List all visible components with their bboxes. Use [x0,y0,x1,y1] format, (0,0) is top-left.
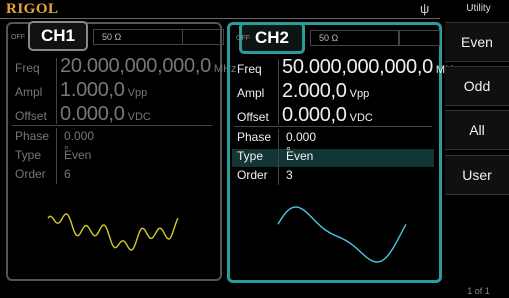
channel-1-waveform-preview [47,213,179,251]
channel-1-status-box [182,29,224,45]
value-separator [278,59,279,125]
softkey-user[interactable]: User [445,155,509,195]
order-value[interactable]: 3 [286,168,293,182]
ampl-number: 2.000,0 [282,80,347,102]
channel-2-output-state: OFF [236,35,250,42]
ampl-value[interactable]: 1.000,0 Vpp [60,79,147,102]
softkey-odd[interactable]: Odd [445,66,509,106]
type-label: Type [15,148,42,162]
channel-2-waveform-preview [277,206,407,263]
usb-icon: ψ [420,1,430,16]
freq-label: Freq [15,61,40,75]
param-separator [278,129,279,185]
menu-title: Utility [466,3,491,14]
softkey-all[interactable]: All [445,110,509,150]
freq-number: 50.000,000,000,0 [282,56,433,78]
top-bar: RIGOL ψ Utility [0,0,509,18]
offset-unit: VDC [349,112,373,124]
channel-1-panel[interactable]: CH1 OFF 50 Ω Freq 20.000,000,000,0 MHz Am… [6,21,237,281]
softkey-even[interactable]: Even [445,22,509,62]
offset-value[interactable]: 0.000,0 VDC [282,104,373,127]
ampl-label: Ampl [15,85,43,99]
phase-label: Phase [15,129,50,143]
offset-label: Offset [15,109,47,123]
section-divider [12,125,212,126]
ampl-unit: Vpp [349,88,370,100]
freq-number: 20.000,000,000,0 [60,55,211,77]
channel-2-impedance: 50 Ω [310,30,400,46]
value-separator [56,58,57,124]
page-indicator: 1 of 1 [467,286,490,296]
freq-label: Freq [237,62,262,76]
order-label: Order [237,168,268,182]
channel-1-waveform [47,213,179,251]
ampl-label: Ampl [237,86,265,100]
ampl-unit: Vpp [127,87,148,99]
offset-value[interactable]: 0.000,0 VDC [60,103,151,126]
type-value[interactable]: Even [64,148,91,162]
freq-value[interactable]: 50.000,000,000,0MHz [282,56,459,79]
channel-1-output-state: OFF [11,34,25,41]
header-divider [0,18,440,19]
channel-1-tab[interactable]: CH1 [28,21,88,51]
channel-2-panel[interactable]: CH2 OFF 50 Ω Freq 50.000,000,000,0MHz Am… [227,22,459,283]
type-value[interactable]: Even [286,149,313,163]
channel-2-status-box [398,30,440,46]
ampl-value[interactable]: 2.000,0 Vpp [282,80,369,103]
channel-1-impedance: 50 Ω [93,29,183,45]
offset-unit: VDC [127,111,151,123]
brand-logo: RIGOL [6,1,59,17]
section-divider [234,126,432,127]
freq-value[interactable]: 20.000,000,000,0 MHz [60,55,237,78]
channel-2-waveform [277,206,407,263]
offset-label: Offset [237,110,269,124]
order-label: Order [15,167,46,181]
type-label: Type [237,149,264,163]
order-value[interactable]: 6 [64,167,71,181]
param-separator [56,128,57,184]
ampl-number: 1.000,0 [60,79,125,101]
phase-label: Phase [237,130,272,144]
offset-number: 0.000,0 [282,104,347,126]
offset-number: 0.000,0 [60,103,125,125]
